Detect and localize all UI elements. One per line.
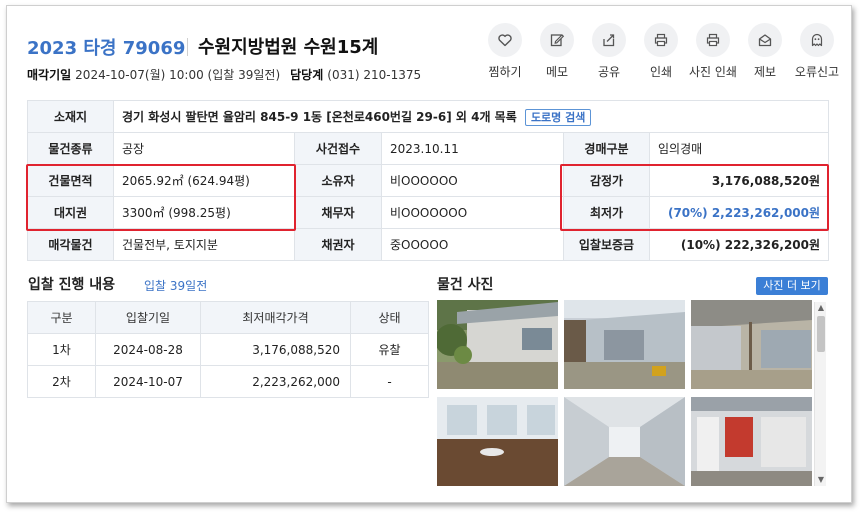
round-cell: 2차 (27, 365, 96, 398)
photo-gallery-scrollbar[interactable]: ▲ ▼ (814, 302, 826, 486)
report-icon (758, 34, 772, 47)
status-cell: 유찰 (350, 333, 429, 366)
scroll-up-arrow-icon[interactable]: ▲ (815, 302, 827, 314)
sale-kind-label: 경매구분 (563, 132, 650, 165)
photo-print-icon (706, 33, 720, 47)
road-search-button[interactable]: 도로명 검색 (524, 108, 592, 126)
sale-date-value: 2024-10-07(월) 10:00 (입찰 39일전) (75, 68, 281, 82)
type-value: 공장 (113, 132, 295, 165)
print-label: 인쇄 (649, 65, 673, 79)
appraisal-value: 3,176,088,520원 (648, 164, 830, 197)
debtor-value: 비OOOOOOO (381, 196, 564, 229)
share-icon (603, 34, 615, 47)
favorite-button[interactable]: 찜하기 (479, 23, 531, 80)
memo-button[interactable]: 메모 (531, 23, 583, 80)
error-report-label: 오류신고 (794, 65, 840, 79)
print-icon (654, 33, 668, 47)
sale-item-label: 매각물건 (27, 228, 114, 261)
case-number: 2023 타경 79069 (27, 38, 186, 59)
debtor-label: 채무자 (294, 196, 382, 229)
favorite-label: 찜하기 (488, 65, 522, 79)
info-row-location: 소재지 경기 화성시 팔탄면 율암리 845-9 1동 [온천로460번길 29… (27, 100, 830, 133)
property-photo-exterior-2[interactable] (564, 300, 685, 389)
bid-date-cell: 2024-10-07 (95, 365, 201, 398)
report-button[interactable]: 제보 (739, 23, 791, 80)
court-name: 수원지방법원 수원15계 (198, 37, 379, 58)
owner-label: 소유자 (294, 164, 382, 197)
memo-label: 메모 (545, 65, 569, 79)
photos-section-title: 물건 사진 (437, 277, 494, 293)
appraisal-label: 감정가 (563, 164, 650, 197)
deposit-value: (10%) 222,326,200원 (648, 228, 830, 261)
min-price-cell: 3,176,088,520 (200, 333, 351, 366)
info-row-3: 건물면적 2065.92㎡ (624.94평) 소유자 비OOOOOO 감정가 … (27, 164, 830, 197)
property-photo-exterior-1[interactable] (437, 300, 558, 389)
property-photo-interior-1[interactable] (437, 397, 558, 486)
scrollbar-thumb[interactable] (817, 316, 825, 352)
land-right-value: 3300㎡ (998.25평) (113, 196, 295, 229)
table-row: 1차 2024-08-28 3,176,088,520 유찰 (27, 333, 429, 366)
action-bar: 찜하기 메모 공유 인쇄 사진 인쇄 제보 오류신고 (479, 23, 849, 83)
memo-icon (550, 34, 565, 47)
property-photo-interior-2[interactable] (564, 397, 685, 486)
info-row-4: 대지권 3300㎡ (998.25평) 채무자 비OOOOOOO 최저가 (70… (27, 196, 830, 229)
scroll-down-arrow-icon[interactable]: ▼ (815, 474, 827, 486)
creditor-label: 채권자 (294, 228, 382, 261)
bidding-days-left: 입찰 39일전 (144, 279, 208, 293)
bidding-section-title: 입찰 진행 내용 (28, 277, 116, 293)
building-area-value: 2065.92㎡ (624.94평) (113, 164, 295, 197)
property-info-table: 소재지 경기 화성시 팔탄면 율암리 845-9 1동 [온천로460번길 29… (27, 100, 830, 261)
min-price-label: 최저가 (563, 196, 650, 229)
dept-phone: (031) 210-1375 (327, 68, 422, 82)
creditor-value: 중OOOOO (381, 228, 564, 261)
share-button[interactable]: 공유 (583, 23, 635, 80)
land-right-label: 대지권 (27, 196, 114, 229)
title-divider (187, 38, 188, 56)
table-row: 2차 2024-10-07 2,223,262,000 - (27, 365, 429, 398)
property-photo-interior-3[interactable] (691, 397, 812, 486)
owner-value: 비OOOOOO (381, 164, 564, 197)
error-report-button[interactable]: 오류신고 (791, 23, 843, 80)
col-status: 상태 (350, 301, 429, 334)
col-round: 구분 (27, 301, 96, 334)
min-price-value: (70%) 2,223,262,000원 (648, 196, 830, 229)
more-photos-button[interactable]: 사진 더 보기 (756, 277, 828, 295)
col-min-price: 최저매각가격 (200, 301, 351, 334)
info-row-2: 물건종류 공장 사건접수 2023.10.11 경매구분 임의경매 (27, 132, 830, 165)
sale-kind-value: 임의경매 (648, 132, 830, 165)
bidding-table: 구분 입찰기일 최저매각가격 상태 1차 2024-08-28 3,176,08… (27, 301, 429, 398)
sale-item-value: 건물전부, 토지지분 (113, 228, 295, 261)
status-cell: - (350, 365, 429, 398)
type-label: 물건종류 (27, 132, 114, 165)
auction-detail-window: 2023 타경 79069 수원지방법원 수원15계 매각기일 2024-10-0… (6, 5, 852, 503)
location-label: 소재지 (27, 100, 114, 133)
report-label: 제보 (753, 65, 777, 79)
deposit-label: 입찰보증금 (563, 228, 650, 261)
heart-icon (498, 34, 512, 47)
col-bid-date: 입찰기일 (95, 301, 201, 334)
receipt-value: 2023.10.11 (381, 132, 564, 165)
share-label: 공유 (597, 65, 621, 79)
error-report-icon (811, 33, 823, 47)
building-area-label: 건물면적 (27, 164, 114, 197)
sale-info-line: 매각기일 2024-10-07(월) 10:00 (입찰 39일전) 담당계 (031… (27, 66, 421, 83)
photo-gallery (437, 300, 828, 486)
bid-date-cell: 2024-08-28 (95, 333, 201, 366)
location-value: 경기 화성시 팔탄면 율암리 845-9 1동 [온천로460번길 29-6] … (122, 109, 517, 124)
location-cell: 경기 화성시 팔탄면 율암리 845-9 1동 [온천로460번길 29-6] … (112, 100, 830, 133)
receipt-label: 사건접수 (294, 132, 382, 165)
print-button[interactable]: 인쇄 (635, 23, 687, 80)
property-photo-exterior-3[interactable] (691, 300, 812, 389)
dept-label: 담당계 (290, 68, 324, 82)
photo-print-label: 사진 인쇄 (689, 65, 737, 79)
photo-print-button[interactable]: 사진 인쇄 (687, 23, 739, 80)
sale-date-label: 매각기일 (27, 68, 72, 82)
bidding-header-row: 구분 입찰기일 최저매각가격 상태 (27, 301, 429, 334)
info-row-5: 매각물건 건물전부, 토지지분 채권자 중OOOOO 입찰보증금 (10%) 2… (27, 228, 830, 261)
min-price-cell: 2,223,262,000 (200, 365, 351, 398)
round-cell: 1차 (27, 333, 96, 366)
